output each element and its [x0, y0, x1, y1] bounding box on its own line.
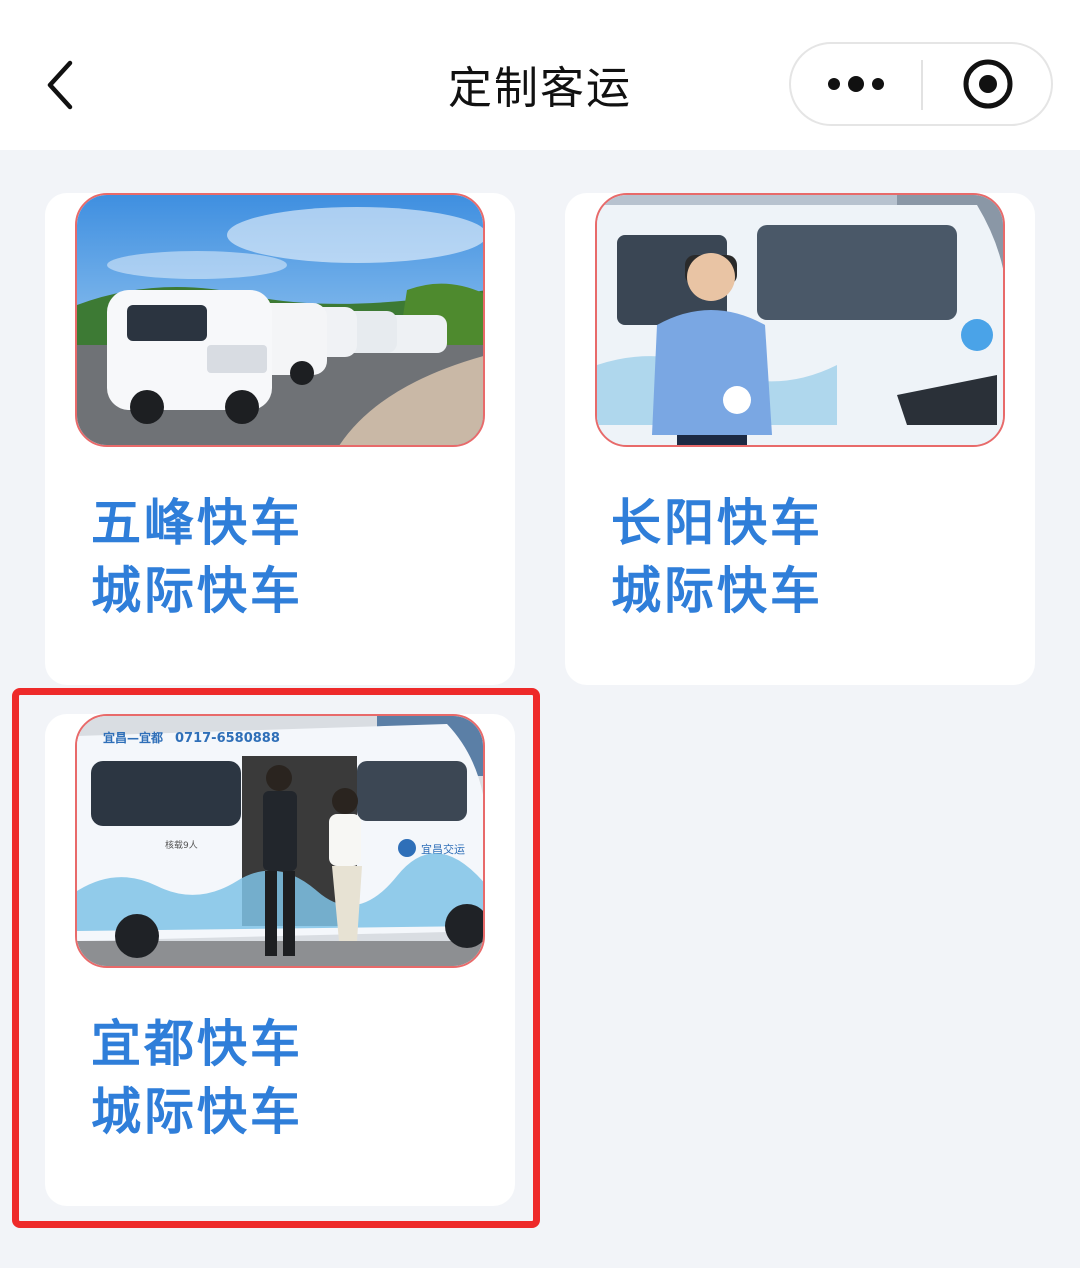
more-dots-icon	[828, 76, 884, 92]
card-photo: 宜昌—宜都 0717-6580888 核载9人 宜昌交运	[75, 714, 485, 968]
service-card-changyang[interactable]: 长阳快车 城际快车	[565, 193, 1035, 685]
photo-phone-text: 0717-6580888	[175, 731, 280, 746]
card-title: 五峰快车	[91, 494, 303, 552]
photo-brand-text: 宜昌交运	[421, 842, 465, 856]
photo-route-text: 宜昌—宜都	[103, 730, 163, 745]
card-photo	[75, 193, 485, 447]
card-photo	[595, 193, 1005, 447]
more-button[interactable]	[791, 44, 921, 124]
card-category: 城际快车	[91, 1083, 303, 1141]
card-category: 城际快车	[91, 562, 303, 620]
card-title: 长阳快车	[611, 494, 823, 552]
card-category: 城际快车	[611, 562, 823, 620]
nav-bar: 定制客运	[0, 0, 1080, 150]
close-button[interactable]	[923, 44, 1053, 124]
service-card-yidu[interactable]: 宜昌—宜都 0717-6580888 核载9人 宜昌交运 宜都快车 城际快车	[45, 714, 515, 1206]
mini-program-capsule	[789, 42, 1053, 126]
card-title: 宜都快车	[91, 1015, 303, 1073]
service-card-wufeng[interactable]: 五峰快车 城际快车	[45, 193, 515, 685]
target-close-icon	[963, 59, 1013, 109]
photo-seats-text: 核载9人	[165, 839, 198, 851]
